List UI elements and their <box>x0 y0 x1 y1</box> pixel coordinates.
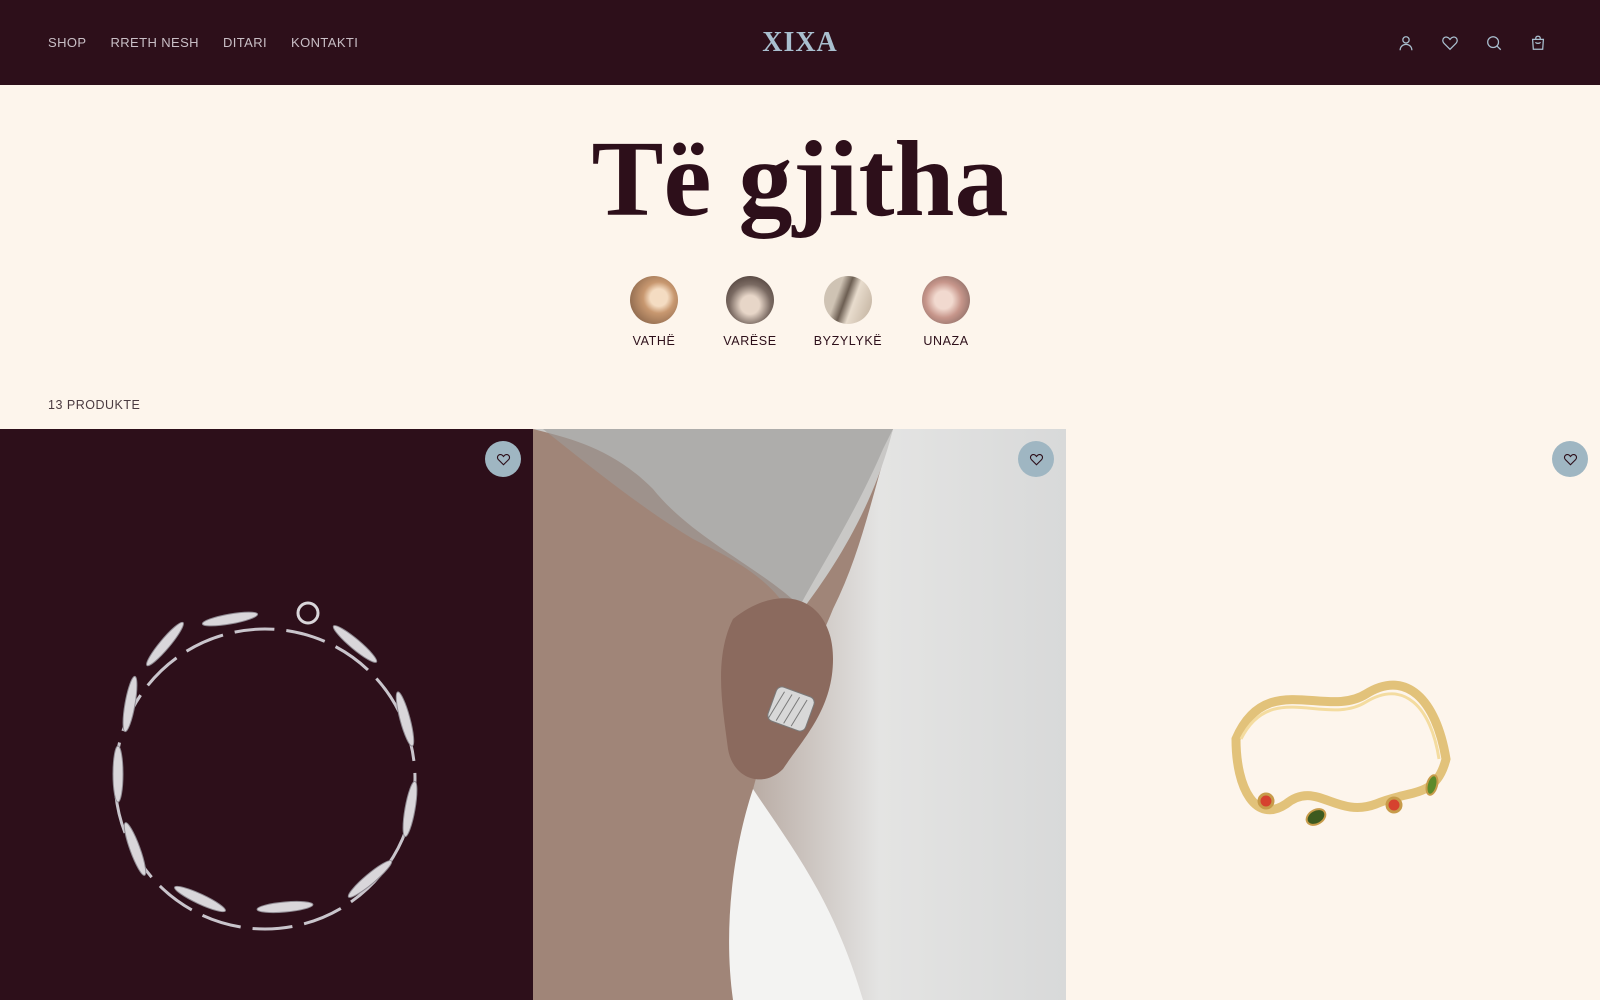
nav-journal[interactable]: DITARI <box>223 35 267 50</box>
category-label: UNAZA <box>923 334 969 348</box>
category-thumbnail <box>922 276 970 324</box>
header-icons <box>1396 0 1548 85</box>
category-label: VARËSE <box>723 334 777 348</box>
product-card-ring[interactable] <box>1066 429 1600 1000</box>
category-label: BYZYLYKË <box>813 334 883 348</box>
cart-icon[interactable] <box>1528 33 1548 53</box>
heart-icon[interactable] <box>1440 33 1460 53</box>
category-necklaces[interactable]: VARËSE <box>702 276 798 348</box>
site-logo[interactable]: XIXA <box>762 27 838 59</box>
site-header: SHOP RRETH NESH DITARI KONTAKTI XIXA <box>0 0 1600 85</box>
category-list: VATHË VARËSE BYZYLYKË UNAZA <box>0 276 1600 348</box>
search-icon[interactable] <box>1484 33 1504 53</box>
product-card-bracelet[interactable] <box>0 429 533 1000</box>
nav-about[interactable]: RRETH NESH <box>110 35 199 50</box>
wishlist-button[interactable] <box>1018 441 1054 477</box>
heart-icon <box>1563 453 1577 466</box>
user-icon[interactable] <box>1396 33 1416 53</box>
product-image-ring <box>1231 680 1451 826</box>
category-rings[interactable]: UNAZA <box>898 276 994 348</box>
nav-shop[interactable]: SHOP <box>48 35 86 50</box>
wishlist-button[interactable] <box>1552 441 1588 477</box>
category-thumbnail <box>630 276 678 324</box>
category-label: VATHË <box>632 334 676 348</box>
category-earrings[interactable]: VATHË <box>606 276 702 348</box>
category-thumbnail <box>726 276 774 324</box>
product-card-ear-cuff[interactable] <box>533 429 1066 1000</box>
category-bracelets[interactable]: BYZYLYKË <box>798 276 898 348</box>
page-title: Të gjitha <box>591 120 1009 239</box>
product-image-bracelet <box>112 601 418 931</box>
heart-icon <box>1029 453 1043 466</box>
product-count: 13 PRODUKTE <box>48 398 141 412</box>
wishlist-button[interactable] <box>485 441 521 477</box>
nav-contact[interactable]: KONTAKTI <box>291 35 358 50</box>
main-nav: SHOP RRETH NESH DITARI KONTAKTI <box>48 0 358 85</box>
category-thumbnail <box>824 276 872 324</box>
product-grid <box>0 429 1600 1000</box>
product-image-ear-cuff <box>533 429 893 1000</box>
heart-icon <box>496 453 510 466</box>
